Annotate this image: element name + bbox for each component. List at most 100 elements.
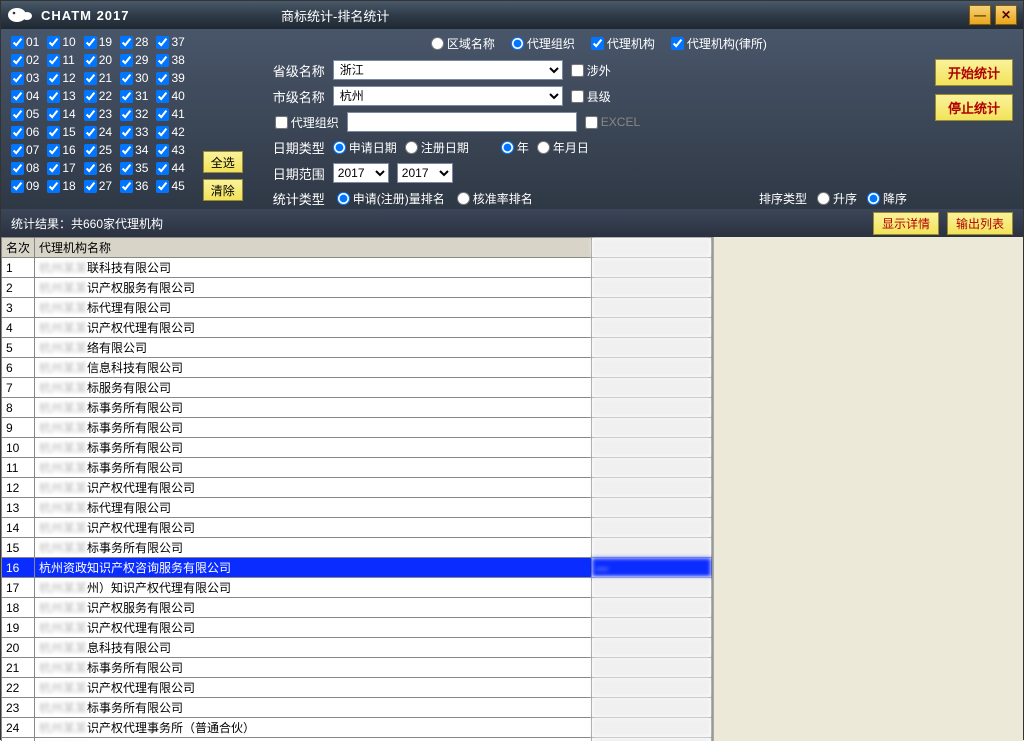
class-checkbox-21[interactable]: 21: [84, 71, 112, 85]
radio-agent-org[interactable]: 代理组织: [511, 35, 575, 52]
class-checkbox-32[interactable]: 32: [120, 107, 148, 121]
class-checkbox-15[interactable]: 15: [47, 125, 75, 139]
radio-sort-desc[interactable]: 降序: [867, 190, 907, 207]
class-checkbox-10[interactable]: 10: [47, 35, 75, 49]
class-checkbox-31[interactable]: 31: [120, 89, 148, 103]
province-select[interactable]: 浙江: [333, 60, 563, 80]
radio-ymd[interactable]: 年月日: [537, 139, 589, 156]
export-list-button[interactable]: 输出列表: [947, 212, 1013, 235]
class-checkbox-27[interactable]: 27: [84, 179, 112, 193]
class-checkbox-29[interactable]: 29: [120, 53, 148, 67]
show-detail-button[interactable]: 显示详情: [873, 212, 939, 235]
radio-accuracy-rank[interactable]: 核准率排名: [457, 190, 533, 207]
table-row[interactable]: 23杭州某某标事务所有限公司—: [2, 698, 712, 718]
city-select[interactable]: 杭州: [333, 86, 563, 106]
radio-volume-rank[interactable]: 申请(注册)量排名: [337, 190, 445, 207]
foreign-checkbox[interactable]: 涉外: [571, 62, 611, 79]
class-checkbox-41[interactable]: 41: [156, 107, 184, 121]
class-checkbox-24[interactable]: 24: [84, 125, 112, 139]
class-checkbox-17[interactable]: 17: [47, 161, 75, 175]
class-checkbox-20[interactable]: 20: [84, 53, 112, 67]
class-checkbox-13[interactable]: 13: [47, 89, 75, 103]
class-checkbox-11[interactable]: 11: [47, 53, 75, 67]
select-all-button[interactable]: 全选: [203, 151, 243, 173]
year-from-select[interactable]: 2017: [333, 163, 389, 183]
class-checkbox-22[interactable]: 22: [84, 89, 112, 103]
class-checkbox-33[interactable]: 33: [120, 125, 148, 139]
class-checkbox-37[interactable]: 37: [156, 35, 184, 49]
table-row[interactable]: 13杭州某某标代理有限公司—: [2, 498, 712, 518]
radio-apply-date[interactable]: 申请日期: [333, 139, 397, 156]
class-checkbox-39[interactable]: 39: [156, 71, 184, 85]
table-row[interactable]: 15杭州某某标事务所有限公司—: [2, 538, 712, 558]
table-row[interactable]: 3杭州某某标代理有限公司—: [2, 298, 712, 318]
table-row[interactable]: 18杭州某某识产权服务有限公司—: [2, 598, 712, 618]
table-row[interactable]: 10杭州某某标事务所有限公司—: [2, 438, 712, 458]
class-checkbox-09[interactable]: 09: [11, 179, 39, 193]
table-row[interactable]: 12杭州某某识产权代理有限公司—: [2, 478, 712, 498]
col-rank[interactable]: 名次: [2, 238, 35, 258]
col-hidden[interactable]: [592, 238, 712, 258]
class-checkbox-42[interactable]: 42: [156, 125, 184, 139]
table-row[interactable]: 2杭州某某识产权服务有限公司—: [2, 278, 712, 298]
check-agent-inst[interactable]: 代理机构: [591, 35, 655, 52]
class-checkbox-08[interactable]: 08: [11, 161, 39, 175]
table-row[interactable]: 7杭州某某标服务有限公司—: [2, 378, 712, 398]
class-checkbox-23[interactable]: 23: [84, 107, 112, 121]
class-checkbox-44[interactable]: 44: [156, 161, 184, 175]
class-checkbox-40[interactable]: 40: [156, 89, 184, 103]
class-checkbox-25[interactable]: 25: [84, 143, 112, 157]
class-checkbox-07[interactable]: 07: [11, 143, 39, 157]
table-row[interactable]: 5杭州某某络有限公司—: [2, 338, 712, 358]
table-row[interactable]: 14杭州某某识产权代理有限公司—: [2, 518, 712, 538]
table-row[interactable]: 21杭州某某标事务所有限公司—: [2, 658, 712, 678]
class-checkbox-43[interactable]: 43: [156, 143, 184, 157]
excel-checkbox[interactable]: EXCEL: [585, 115, 640, 129]
class-checkbox-04[interactable]: 04: [11, 89, 39, 103]
class-checkbox-19[interactable]: 19: [84, 35, 112, 49]
start-stats-button[interactable]: 开始统计: [935, 59, 1013, 86]
class-checkbox-12[interactable]: 12: [47, 71, 75, 85]
minimize-button[interactable]: —: [969, 5, 991, 25]
table-row[interactable]: 16杭州资政知识产权咨询服务有限公司—: [2, 558, 712, 578]
class-checkbox-14[interactable]: 14: [47, 107, 75, 121]
class-checkbox-02[interactable]: 02: [11, 53, 39, 67]
radio-sort-asc[interactable]: 升序: [817, 190, 857, 207]
table-row[interactable]: 6杭州某某信息科技有限公司—: [2, 358, 712, 378]
table-row[interactable]: 22杭州某某识产权代理有限公司—: [2, 678, 712, 698]
class-checkbox-30[interactable]: 30: [120, 71, 148, 85]
table-row[interactable]: 9杭州某某标事务所有限公司—: [2, 418, 712, 438]
radio-area-name[interactable]: 区域名称: [431, 35, 495, 52]
table-row[interactable]: 20杭州某某息科技有限公司—: [2, 638, 712, 658]
agent-org-checkbox[interactable]: 代理组织: [261, 114, 339, 131]
table-row[interactable]: 4杭州某某识产权代理有限公司—: [2, 318, 712, 338]
close-button[interactable]: ✕: [995, 5, 1017, 25]
table-row[interactable]: 1杭州某某联科技有限公司—: [2, 258, 712, 278]
class-checkbox-01[interactable]: 01: [11, 35, 39, 49]
class-checkbox-05[interactable]: 05: [11, 107, 39, 121]
table-row[interactable]: 19杭州某某识产权代理有限公司—: [2, 618, 712, 638]
class-checkbox-16[interactable]: 16: [47, 143, 75, 157]
class-checkbox-35[interactable]: 35: [120, 161, 148, 175]
class-checkbox-06[interactable]: 06: [11, 125, 39, 139]
class-checkbox-18[interactable]: 18: [47, 179, 75, 193]
clear-button[interactable]: 清除: [203, 179, 243, 201]
class-checkbox-38[interactable]: 38: [156, 53, 184, 67]
class-checkbox-28[interactable]: 28: [120, 35, 148, 49]
check-agent-lawfirm[interactable]: 代理机构(律所): [671, 35, 767, 52]
year-to-select[interactable]: 2017: [397, 163, 453, 183]
agent-org-input[interactable]: [347, 112, 577, 132]
table-row[interactable]: 17杭州某某州）知识产权代理有限公司—: [2, 578, 712, 598]
stop-stats-button[interactable]: 停止统计: [935, 94, 1013, 121]
class-checkbox-26[interactable]: 26: [84, 161, 112, 175]
class-checkbox-34[interactable]: 34: [120, 143, 148, 157]
results-table-wrap[interactable]: 名次 代理机构名称 1杭州某某联科技有限公司—2杭州某某识产权服务有限公司—3杭…: [1, 237, 713, 741]
class-checkbox-03[interactable]: 03: [11, 71, 39, 85]
class-checkbox-45[interactable]: 45: [156, 179, 184, 193]
county-checkbox[interactable]: 县级: [571, 88, 611, 105]
table-row[interactable]: 24杭州某某识产权代理事务所（普通合伙）—: [2, 718, 712, 738]
radio-year[interactable]: 年: [501, 139, 529, 156]
col-name[interactable]: 代理机构名称: [35, 238, 592, 258]
table-row[interactable]: 25杭州某某标策划有限公司—: [2, 738, 712, 741]
radio-reg-date[interactable]: 注册日期: [405, 139, 469, 156]
